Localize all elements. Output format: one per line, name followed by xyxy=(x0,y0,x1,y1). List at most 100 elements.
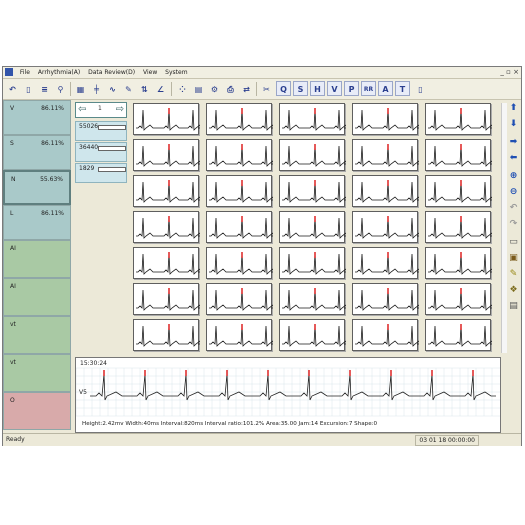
beat-waveform xyxy=(209,144,273,167)
category-n[interactable]: N 55.63% xyxy=(3,170,71,205)
beat-cell[interactable] xyxy=(133,175,200,207)
beat-cell[interactable] xyxy=(352,247,419,279)
beat-waveform xyxy=(428,324,492,347)
wave-tool-icon[interactable]: ∠ xyxy=(153,81,168,96)
zoom-out-icon[interactable]: ⊖ xyxy=(507,186,520,199)
redo-icon[interactable]: ↷ xyxy=(507,218,520,231)
merge-icon[interactable]: ❖ xyxy=(507,284,520,297)
undo-icon[interactable]: ↶ xyxy=(507,202,520,215)
print-icon[interactable]: ⎙ xyxy=(223,81,238,96)
category-s[interactable]: S 86.11% xyxy=(3,135,71,170)
page-icon[interactable]: ▭ xyxy=(507,236,520,249)
restore-icon[interactable]: ▫ xyxy=(506,68,511,76)
filter-a-button[interactable]: A xyxy=(378,81,393,96)
scale-icon[interactable]: ╪ xyxy=(89,81,104,96)
zoom-icon[interactable]: ⚲ xyxy=(53,81,68,96)
beat-cell[interactable] xyxy=(279,319,346,351)
filter-p-button[interactable]: P xyxy=(344,81,359,96)
beat-cell[interactable] xyxy=(133,247,200,279)
rhythm-strip[interactable]: 15:30:24 V5 Height:2.42mv Width:40ms Int… xyxy=(75,357,501,433)
document-icon[interactable]: ▯ xyxy=(413,81,428,96)
close-icon[interactable]: × xyxy=(513,68,519,76)
menu-data-review[interactable]: Data Review(D) xyxy=(85,67,138,78)
chart-icon[interactable]: ▦ xyxy=(73,81,88,96)
beat-cell[interactable] xyxy=(352,319,419,351)
filter-s-button[interactable]: S xyxy=(293,81,308,96)
beat-cell[interactable] xyxy=(352,139,419,171)
beat-cell[interactable] xyxy=(133,211,200,243)
ecg-trace xyxy=(136,289,200,311)
scroll-down-icon[interactable]: ⬇ xyxy=(507,118,520,131)
beat-cell[interactable] xyxy=(279,175,346,207)
beat-cell[interactable] xyxy=(425,283,492,315)
beat-cell[interactable] xyxy=(279,103,346,135)
menu-arrhythmia[interactable]: Arrhythmia(A) xyxy=(35,67,83,78)
next-arrow-icon[interactable]: ⇨ xyxy=(116,104,124,116)
beat-waveform xyxy=(282,108,346,131)
calendar-icon[interactable]: ▤ xyxy=(191,81,206,96)
template-item[interactable]: 1829 xyxy=(75,163,127,183)
beat-cell[interactable] xyxy=(133,283,200,315)
beat-cell[interactable] xyxy=(352,211,419,243)
beat-cell[interactable] xyxy=(425,211,492,243)
tools-icon[interactable]: ✂ xyxy=(259,81,274,96)
link-icon[interactable]: ⇄ xyxy=(239,81,254,96)
measure-icon[interactable]: ⇅ xyxy=(137,81,152,96)
beat-cell[interactable] xyxy=(425,103,492,135)
beat-cell[interactable] xyxy=(352,283,419,315)
note-icon[interactable]: ▤ xyxy=(507,300,520,313)
category-ai-1[interactable]: AI xyxy=(3,240,71,278)
beat-cell[interactable] xyxy=(279,247,346,279)
category-vt-1[interactable]: vt xyxy=(3,316,71,354)
beat-cell[interactable] xyxy=(206,175,273,207)
filter-v-button[interactable]: V xyxy=(327,81,342,96)
beat-cell[interactable] xyxy=(425,319,492,351)
menu-file[interactable]: File xyxy=(17,67,33,78)
menu-system[interactable]: System xyxy=(162,67,190,78)
new-file-icon[interactable]: ▯ xyxy=(21,81,36,96)
template-item[interactable]: 36440 xyxy=(75,142,127,162)
filter-rr-button[interactable]: RR xyxy=(361,81,376,96)
beat-cell[interactable] xyxy=(206,103,273,135)
beat-cell[interactable] xyxy=(425,139,492,171)
pen-icon[interactable]: ✎ xyxy=(121,81,136,96)
beat-cell[interactable] xyxy=(279,283,346,315)
beat-cell[interactable] xyxy=(352,175,419,207)
beat-cell[interactable] xyxy=(425,175,492,207)
beat-cell[interactable] xyxy=(133,319,200,351)
beat-cell[interactable] xyxy=(279,211,346,243)
category-ai-2[interactable]: AI xyxy=(3,278,71,316)
arrow-right-icon[interactable]: ➡ xyxy=(507,136,520,149)
grid-dots-icon[interactable]: ⁘ xyxy=(175,81,190,96)
filter-h-button[interactable]: H xyxy=(310,81,325,96)
ecg-icon[interactable]: ∿ xyxy=(105,81,120,96)
template-item[interactable]: 55026 xyxy=(75,121,127,141)
beat-cell[interactable] xyxy=(133,103,200,135)
category-l[interactable]: L 86.11% xyxy=(3,205,71,240)
category-o[interactable]: O xyxy=(3,392,71,430)
beat-cell[interactable] xyxy=(206,139,273,171)
beat-cell[interactable] xyxy=(206,247,273,279)
minimize-icon[interactable]: _ xyxy=(500,68,504,76)
category-vt-2[interactable]: vt xyxy=(3,354,71,392)
settings-icon[interactable]: ⚙ xyxy=(207,81,222,96)
edit-icon[interactable]: ✎ xyxy=(507,268,520,281)
beat-cell[interactable] xyxy=(206,283,273,315)
beat-cell[interactable] xyxy=(425,247,492,279)
beat-cell[interactable] xyxy=(279,139,346,171)
prev-arrow-icon[interactable]: ⇦ xyxy=(78,104,86,116)
zoom-in-icon[interactable]: ⊕ xyxy=(507,170,520,183)
back-icon[interactable]: ↶ xyxy=(5,81,20,96)
menu-view[interactable]: View xyxy=(140,67,160,78)
list-icon[interactable]: ≡ xyxy=(37,81,52,96)
beat-cell[interactable] xyxy=(206,319,273,351)
filter-q-button[interactable]: Q xyxy=(276,81,291,96)
beat-cell[interactable] xyxy=(206,211,273,243)
beat-cell[interactable] xyxy=(352,103,419,135)
arrow-left-icon[interactable]: ⬅ xyxy=(507,152,520,165)
category-v[interactable]: V 86.11% xyxy=(3,100,71,135)
filter-t-button[interactable]: T xyxy=(395,81,410,96)
scroll-up-icon[interactable]: ⬆ xyxy=(507,102,520,115)
beat-cell[interactable] xyxy=(133,139,200,171)
bookmark-icon[interactable]: ▣ xyxy=(507,252,520,265)
